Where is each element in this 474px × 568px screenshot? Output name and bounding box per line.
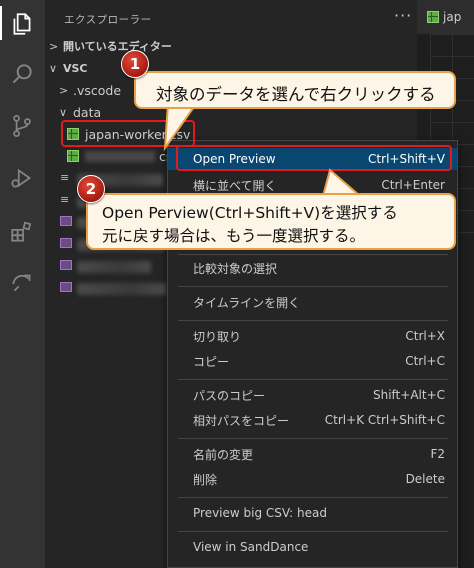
highlight-box-open-preview xyxy=(176,145,452,171)
menu-item-shortcut: Ctrl+C xyxy=(405,354,445,368)
workspace-root-label: VSC xyxy=(63,61,88,75)
menu-item-shortcut: Ctrl+K Ctrl+Shift+C xyxy=(324,413,445,427)
extensions-icon[interactable] xyxy=(6,216,38,248)
image-file-icon xyxy=(60,216,72,226)
search-icon[interactable] xyxy=(6,58,38,90)
callout-step-1: 対象のデータを選んで右クリックする xyxy=(134,71,456,109)
menu-item-select-compare[interactable]: 比較対象の選択 xyxy=(168,257,457,279)
callout-step-2-line1: Open Perview(Ctrl+Shift+V)を選択する xyxy=(102,204,398,222)
csv-file-icon xyxy=(427,11,439,23)
blurred-row xyxy=(77,283,167,295)
image-file-icon xyxy=(60,238,72,248)
open-editors-label: 開いているエディター xyxy=(63,40,172,53)
menu-item-label: 比較対象の選択 xyxy=(193,261,278,276)
menu-separator xyxy=(178,320,448,321)
run-debug-icon[interactable] xyxy=(6,162,38,194)
menu-item-copy-path[interactable]: パスのコピー Shift+Alt+C xyxy=(168,384,457,406)
menu-item-cut[interactable]: 切り取り Ctrl+X xyxy=(168,325,457,347)
chevron-down-icon: ∨ xyxy=(49,61,58,75)
callout-step-1-text: 対象のデータを選んで右クリックする xyxy=(156,85,436,104)
menu-item-preview-big-csv[interactable]: Preview big CSV: head xyxy=(168,502,457,524)
menu-item-label: 横に並べて開く xyxy=(193,178,277,193)
menu-item-copy-relative-path[interactable]: 相対パスをコピー Ctrl+K Ctrl+Shift+C xyxy=(168,409,457,431)
image-file-icon xyxy=(60,282,72,292)
menu-item-open-timeline[interactable]: タイムラインを開く xyxy=(168,291,457,313)
explorer-header: エクスプローラー ··· xyxy=(45,0,417,36)
menu-item-label: 削除 xyxy=(193,472,218,487)
more-actions-icon[interactable]: ··· xyxy=(394,6,412,25)
menu-separator xyxy=(178,379,448,380)
blurred-filename xyxy=(85,150,155,162)
menu-item-label: 相対パスをコピー xyxy=(193,413,290,428)
menu-item-label: 名前の変更 xyxy=(193,447,254,462)
chevron-down-icon: ∨ xyxy=(59,105,68,119)
editor-tab[interactable]: jap xyxy=(417,0,474,34)
menu-separator xyxy=(178,531,448,532)
text-file-icon: ≡ xyxy=(60,193,70,206)
chevron-right-icon: > xyxy=(59,83,69,97)
explorer-title: エクスプローラー xyxy=(64,14,152,26)
menu-item-label: コピー xyxy=(193,354,230,369)
menu-item-view-in-sanddance[interactable]: View in SandDance xyxy=(168,536,457,558)
menu-item-shortcut: Ctrl+Enter xyxy=(381,178,445,192)
chevron-right-icon: > xyxy=(49,39,59,53)
tree-folder-vscode-label: .vscode xyxy=(73,82,122,98)
highlight-box-file xyxy=(61,120,195,147)
csv-file-icon xyxy=(67,150,79,162)
step-badge-2: 2 xyxy=(77,175,105,203)
tree-folder-data-label: data xyxy=(73,104,102,120)
menu-item-shortcut: F2 xyxy=(430,447,445,461)
menu-item-shortcut: Delete xyxy=(405,472,445,486)
blurred-row xyxy=(77,261,151,273)
menu-separator xyxy=(178,254,448,255)
active-indicator xyxy=(0,6,2,40)
menu-item-rename[interactable]: 名前の変更 F2 xyxy=(168,443,457,465)
menu-item-label: タイムラインを開く xyxy=(193,295,301,310)
callout-step-2: Open Perview(Ctrl+Shift+V)を選択する 元に戻す場合は、… xyxy=(86,193,456,250)
menu-item-delete[interactable]: 削除 Delete xyxy=(168,468,457,490)
activity-bar xyxy=(0,0,45,568)
menu-item-label: Preview big CSV: head xyxy=(193,506,327,520)
open-editors-section[interactable]: > 開いているエディター xyxy=(45,35,417,57)
image-file-icon xyxy=(60,260,72,270)
callout-step-2-line2: 元に戻す場合は、もう一度選択する。 xyxy=(102,227,366,245)
explorer-icon[interactable] xyxy=(6,8,38,40)
source-control-icon[interactable] xyxy=(6,110,38,142)
menu-item-copy[interactable]: コピー Ctrl+C xyxy=(168,350,457,372)
menu-item-shortcut: Shift+Alt+C xyxy=(372,388,445,402)
editor-tab-label: jap xyxy=(443,10,462,24)
menu-item-label: 切り取り xyxy=(193,329,242,344)
menu-separator xyxy=(178,438,448,439)
menu-item-shortcut: Ctrl+X xyxy=(405,329,445,343)
menu-separator xyxy=(178,497,448,498)
remote-explorer-icon[interactable] xyxy=(6,266,38,298)
menu-item-label: パスのコピー xyxy=(193,388,266,403)
step-badge-1: 1 xyxy=(121,50,149,78)
text-file-icon: ≡ xyxy=(60,171,70,184)
menu-separator xyxy=(178,286,448,287)
menu-item-label: View in SandDance xyxy=(193,540,309,554)
